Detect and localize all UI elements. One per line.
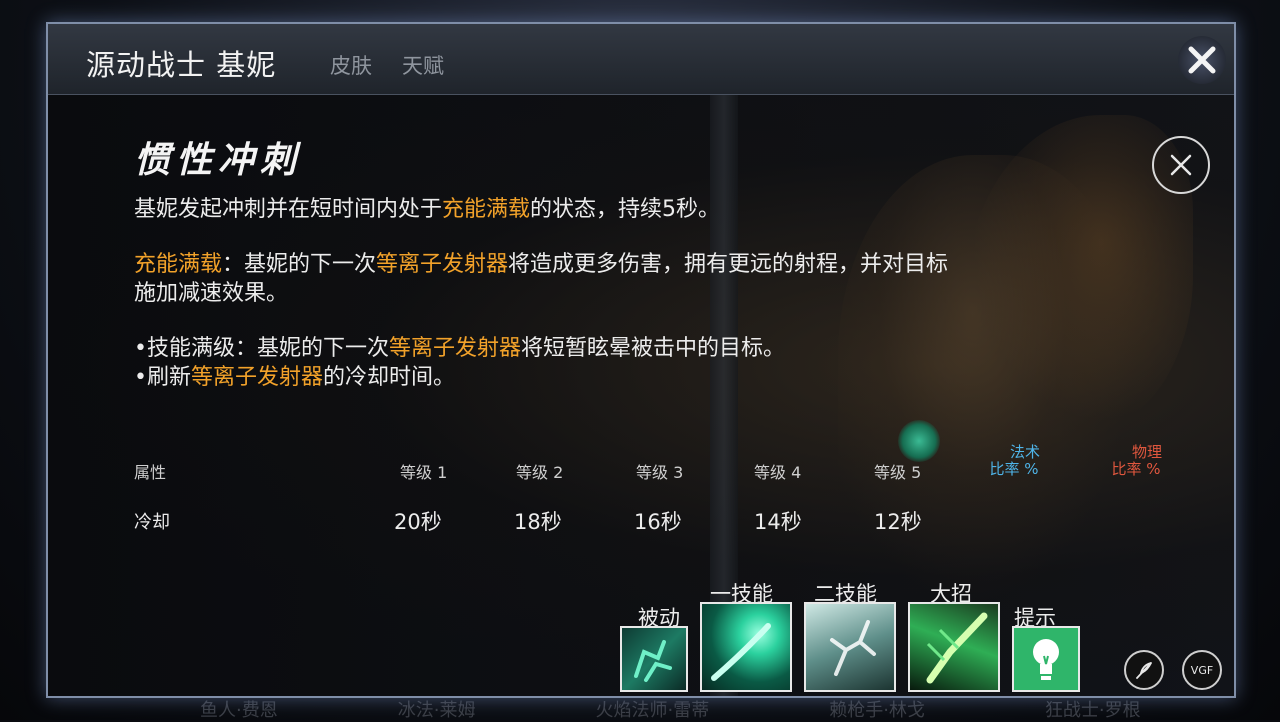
- vgf-icon: VGF: [1190, 663, 1214, 677]
- ratio-label: 比率 %: [989, 460, 1039, 478]
- tab-talents[interactable]: 天赋: [402, 50, 444, 80]
- cooldown-value: 14秒: [754, 510, 802, 534]
- close-circle-icon: [1170, 154, 1192, 176]
- lightbulb-icon: [1033, 639, 1059, 680]
- desc-text: 将短暂眩晕被击中的目标。: [521, 336, 786, 361]
- panel-header: 源动战士 基妮 皮肤 天赋: [48, 24, 1234, 95]
- skill-bullet: •技能满级：基妮的下一次等离子发射器将短暂眩晕被击中的目标。 •刷新等离子发射器的…: [134, 334, 1174, 392]
- physical-ratio-header: 物理 比率 %: [1110, 444, 1162, 478]
- cooldown-value: 16秒: [634, 510, 682, 534]
- desc-text: •技能满级：基妮的下一次: [134, 336, 389, 361]
- desc-text: 将造成更多伤害，拥有更远的射程，并对目标: [508, 252, 949, 277]
- background-hero-list: 鱼人·费恩 冰法·莱姆 火焰法师·雷蒂 赖枪手·林戈 狂战士·罗根: [200, 696, 1180, 721]
- desc-text: •刷新: [134, 365, 191, 390]
- hero-detail-panel: 源动战士 基妮 皮肤 天赋 惯性冲刺 基妮发起冲刺并在短时间内处于充能满载的状态…: [46, 22, 1236, 698]
- close-panel-button[interactable]: [1178, 36, 1226, 84]
- bg-hero-tab: 火焰法师·雷蒂: [595, 700, 710, 721]
- cooldown-value: 18秒: [514, 510, 562, 534]
- cooldown-value: 12秒: [874, 510, 922, 534]
- vgf-button[interactable]: VGF: [1182, 650, 1222, 690]
- passive-ability-icon[interactable]: [620, 626, 688, 692]
- bg-hero-tab: 狂战士·罗根: [1044, 700, 1141, 721]
- skill-description-para: 充能满载：基妮的下一次等离子发射器将造成更多伤害，拥有更远的射程，并对目标施加减…: [134, 250, 1174, 308]
- stats-level-header: 等级 3: [636, 463, 684, 482]
- desc-text: 施加减速效果。: [134, 281, 289, 306]
- cooldown-value: 20秒: [394, 510, 442, 534]
- ratio-label: 比率 %: [1111, 460, 1161, 478]
- stats-attr-header: 属性: [134, 463, 167, 482]
- desc-text: 的冷却时间。: [323, 365, 456, 390]
- desc-keyword: 充能满载: [134, 252, 223, 277]
- skill2-icon[interactable]: [804, 602, 896, 692]
- stats-level-header: 等级 5: [874, 463, 922, 482]
- magic-ratio-header: 法术 比率 %: [988, 444, 1040, 478]
- bg-hero-tab: 冰法·莱姆: [397, 700, 476, 721]
- tips-button[interactable]: [1012, 626, 1080, 692]
- close-skill-button[interactable]: [1152, 136, 1210, 194]
- desc-text: 基妮发起冲刺并在短时间内处于: [134, 197, 443, 222]
- desc-keyword: 充能满载: [442, 197, 531, 222]
- desc-text: ：基妮的下一次: [222, 252, 377, 277]
- skill-name: 惯性冲刺: [134, 139, 303, 181]
- stats-level-header: 等级 2: [516, 463, 564, 482]
- beam-cannon-icon: [926, 612, 988, 684]
- feather-button[interactable]: [1124, 650, 1164, 690]
- ratio-label: 物理: [1132, 443, 1163, 461]
- passive-glyph-icon: [634, 640, 672, 682]
- desc-keyword: 等离子发射器: [190, 365, 323, 390]
- skill1-icon[interactable]: [700, 602, 792, 692]
- hero-art-gem: [898, 420, 940, 462]
- desc-keyword: 等离子发射器: [388, 336, 521, 361]
- plasma-bolt-icon: [711, 623, 771, 681]
- stats-level-header: 等级 1: [400, 463, 448, 482]
- skill-description-line: 基妮发起冲刺并在短时间内处于充能满载的状态，持续5秒。: [134, 195, 1174, 224]
- ultimate-icon[interactable]: [908, 602, 1000, 692]
- desc-keyword: 等离子发射器: [376, 252, 509, 277]
- dash-figure-icon: [830, 620, 876, 676]
- ratio-label: 法术: [1010, 443, 1041, 461]
- bg-hero-tab: 鱼人·费恩: [200, 700, 278, 721]
- tab-skins[interactable]: 皮肤: [330, 50, 372, 80]
- close-icon: [1188, 46, 1216, 74]
- feather-icon: [1136, 662, 1152, 679]
- hero-title: 源动战士 基妮: [86, 48, 277, 82]
- stats-level-header: 等级 4: [754, 463, 802, 482]
- bg-hero-tab: 赖枪手·林戈: [829, 700, 925, 721]
- desc-text: 的状态，持续5秒。: [530, 197, 721, 222]
- stats-row-label: 冷却: [134, 512, 170, 533]
